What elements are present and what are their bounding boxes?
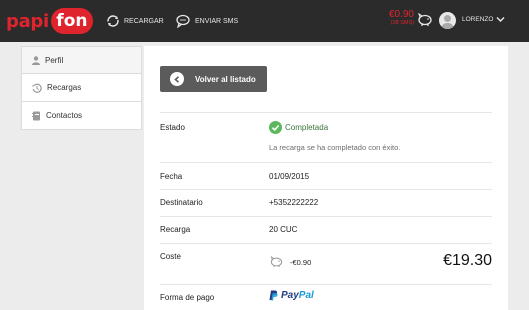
coste-discount: -€0.90 [269,256,311,268]
sidebar: Perfil Recargas Contactos [21,46,142,130]
row-coste: Coste -€0.90 €19.30 [160,243,492,284]
sidebar-item-label: Perfil [45,55,64,65]
chevron-left-icon [174,75,180,83]
balance[interactable]: €0.90 (28 SMS) [386,9,414,27]
back-to-list-button[interactable]: Volver al listado [160,66,267,92]
piggy-bank-icon [270,256,283,268]
back-to-list-label: Volver al listado [195,74,256,84]
nav-enviar-sms-label: ENVIAR SMS [195,17,239,25]
sidebar-item-label: Contactos [46,111,83,120]
back-arrow-circle [170,72,184,86]
logo-text-fon: fon [50,8,93,34]
nav-recargar-label: RECARGAR [124,17,164,25]
recarga-value: 20 CUC [269,225,298,234]
coste-total: €19.30 [443,252,492,269]
balance-amount: €0.90 [388,9,414,20]
destinatario-label: Destinatario [160,198,203,207]
nav-recargar[interactable]: RECARGAR [106,12,164,30]
sidebar-item-contactos[interactable]: Contactos [21,102,142,130]
nav-enviar-sms[interactable]: ENVIAR SMS [176,12,238,30]
username[interactable]: LORENZO [462,16,493,23]
check-circle-icon [269,121,282,134]
sidebar-item-recargas[interactable]: Recargas [21,74,142,102]
paypal-text-pay: Pay [281,290,299,301]
paypal-text-pal: Pal [298,290,314,301]
address-book-icon [32,111,40,120]
destinatario-value: +5352222222 [269,198,319,207]
refresh-icon [107,15,119,27]
sidebar-item-label: Recargas [47,83,82,92]
fecha-label: Fecha [160,172,183,181]
row-estado: Estado Completada La recarga se ha compl… [160,112,492,162]
coste-discount-amount: -€0.90 [290,257,312,267]
paypal-icon [269,290,278,301]
estado-value: Completada [269,121,328,134]
chevron-down-icon[interactable] [496,16,505,23]
avatar-body [441,23,454,29]
history-icon [32,83,42,93]
recharge-detail-panel: Volver al listado Estado Completada La r… [144,46,508,310]
logo-text-papi: papi [6,10,49,32]
top-bar: papi fon RECARGAR ENVIAR SMS €0.90 (28 S… [0,0,529,42]
avatar-head [444,15,451,22]
balance-sms-count: (28 SMS) [390,20,414,26]
row-destinatario: Destinatario +5352222222 [160,189,492,216]
user-icon [32,55,40,65]
logo[interactable]: papi fon [6,8,93,34]
coste-label: Coste [160,252,181,261]
forma-pago-label: Forma de pago [160,293,215,302]
row-fecha: Fecha 01/09/2015 [160,162,492,189]
estado-status-text: Completada [285,123,329,132]
chat-icon [176,14,190,28]
paypal-logo: PayPal [269,290,314,301]
estado-description: La recarga se ha completado con éxito. [269,143,401,152]
avatar[interactable] [439,12,456,29]
row-forma-pago: Forma de pago PayPal [160,284,492,310]
row-recarga: Recarga 20 CUC [160,216,492,243]
sidebar-item-perfil[interactable]: Perfil [21,46,142,74]
piggy-bank-icon[interactable] [417,13,433,27]
estado-label: Estado [160,123,185,132]
recarga-label: Recarga [160,225,191,234]
fecha-value: 01/09/2015 [269,172,310,181]
